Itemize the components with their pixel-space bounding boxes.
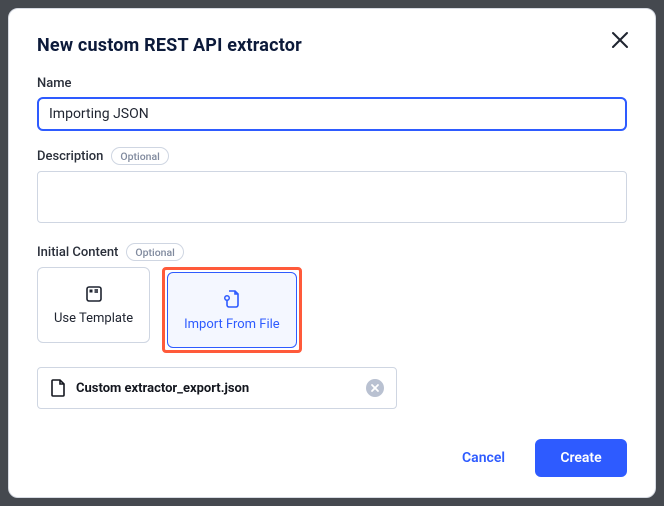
description-section: Description Optional bbox=[37, 147, 627, 227]
name-section: Name bbox=[37, 76, 627, 131]
import-file-highlight: Import From File bbox=[162, 267, 302, 353]
initial-content-section: Initial Content Optional Use Template Im… bbox=[37, 243, 627, 409]
template-icon bbox=[85, 285, 103, 303]
description-optional-pill: Optional bbox=[111, 147, 168, 165]
name-label: Name bbox=[37, 76, 627, 91]
name-input[interactable] bbox=[37, 97, 627, 131]
description-label: Description bbox=[37, 149, 103, 164]
import-from-file-label: Import From File bbox=[184, 317, 280, 332]
create-button[interactable]: Create bbox=[535, 439, 627, 477]
file-arrow-icon bbox=[222, 289, 242, 309]
initial-content-optional-pill: Optional bbox=[126, 243, 183, 261]
selected-file-name: Custom extractor_export.json bbox=[76, 381, 249, 396]
modal-title: New custom REST API extractor bbox=[37, 35, 627, 56]
selected-file-chip: Custom extractor_export.json bbox=[37, 367, 397, 409]
initial-content-label: Initial Content bbox=[37, 245, 118, 260]
cancel-button[interactable]: Cancel bbox=[442, 439, 525, 477]
import-from-file-option[interactable]: Import From File bbox=[167, 272, 297, 348]
description-input[interactable] bbox=[37, 171, 627, 223]
file-icon bbox=[50, 379, 66, 397]
modal-footer: Cancel Create bbox=[37, 435, 627, 477]
clear-file-button[interactable] bbox=[366, 379, 384, 397]
description-label-row: Description Optional bbox=[37, 147, 627, 165]
close-icon bbox=[610, 30, 630, 50]
clear-icon bbox=[370, 383, 380, 393]
close-button[interactable] bbox=[607, 27, 633, 53]
modal: New custom REST API extractor Name Descr… bbox=[8, 8, 656, 498]
initial-content-label-row: Initial Content Optional bbox=[37, 243, 627, 261]
initial-content-options: Use Template Import From File bbox=[37, 267, 627, 353]
use-template-option[interactable]: Use Template bbox=[37, 267, 150, 343]
use-template-label: Use Template bbox=[54, 311, 133, 326]
